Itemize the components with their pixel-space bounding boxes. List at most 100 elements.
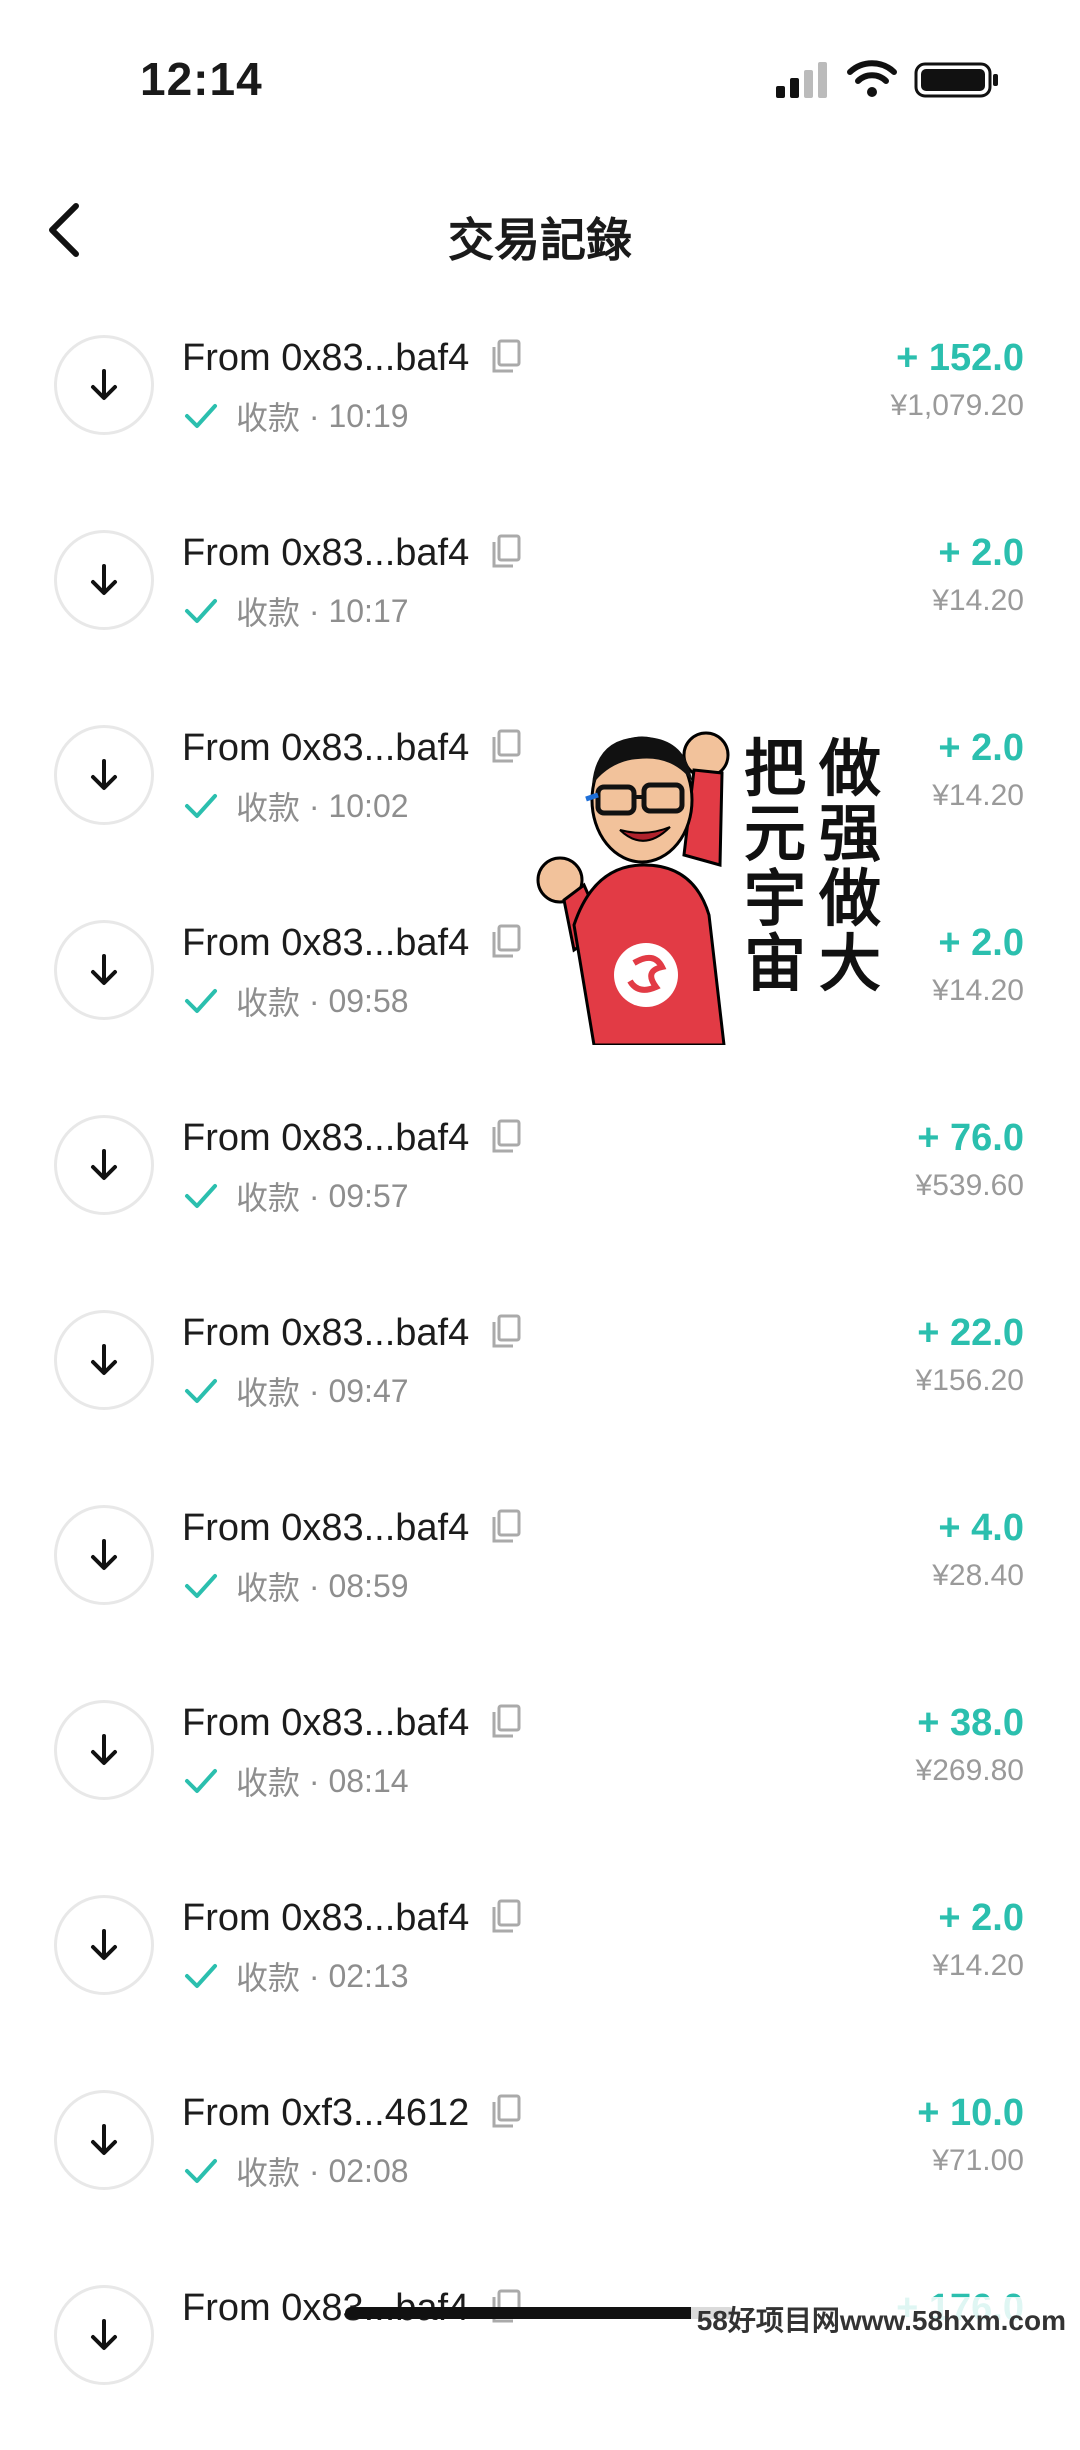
status-label: 收款 xyxy=(236,985,301,1021)
transaction-row[interactable]: From 0x83...baf4 收款 · 10:17 + 2.0 ¥14.20 xyxy=(0,500,1080,695)
sender-address: From 0xf3...4612 xyxy=(182,2092,521,2135)
watermark: 58好项目网www.58hxm.com xyxy=(690,2297,1072,2341)
transaction-amount: + 22.0 xyxy=(917,1312,1024,1354)
transaction-amount: + 38.0 xyxy=(917,1702,1024,1744)
check-icon xyxy=(185,1379,217,1403)
arrow-down-icon xyxy=(54,725,154,825)
meme-sticker: 把 元 宇 宙 做 强 做 大 xyxy=(536,731,881,1045)
check-icon xyxy=(185,2159,217,2183)
transaction-time: · 09:47 xyxy=(308,1372,409,1409)
fiat-value: ¥71.00 xyxy=(932,2144,1024,2177)
transaction-amount: + 2.0 xyxy=(938,727,1024,769)
transaction-row[interactable]: From 0x83...baf4 收款 · 08:59 + 4.0 ¥28.40 xyxy=(0,1475,1080,1670)
transaction-list: From 0x83...baf4 收款 · 10:19 + 152.0 ¥1,0… xyxy=(0,305,1080,2450)
sender-address: From 0x83...baf4 xyxy=(182,727,521,770)
copy-icon[interactable] xyxy=(491,924,521,958)
sender-address: From 0x83...baf4 xyxy=(182,532,521,575)
transaction-amount: + 10.0 xyxy=(917,2092,1024,2134)
fiat-value: ¥269.80 xyxy=(915,1754,1024,1787)
status-time: 12:14 xyxy=(140,53,263,105)
sticker-char: 把 xyxy=(744,732,806,805)
page-title: 交易記錄 xyxy=(448,214,632,266)
signal-icon xyxy=(776,62,827,98)
sticker-char: 做 xyxy=(818,862,881,935)
copy-icon[interactable] xyxy=(491,1704,521,1738)
check-icon xyxy=(185,404,217,428)
copy-icon[interactable] xyxy=(491,729,521,763)
transaction-row[interactable]: From 0x83...baf4 收款 · 09:47 + 22.0 ¥156.… xyxy=(0,1280,1080,1475)
fiat-value: ¥14.20 xyxy=(932,974,1024,1007)
sticker-char: 大 xyxy=(819,927,881,1000)
wifi-icon xyxy=(847,60,897,97)
arrow-down-icon xyxy=(54,335,154,435)
check-icon xyxy=(185,1964,217,1988)
transaction-amount: + 76.0 xyxy=(917,1117,1024,1159)
transaction-time: · 10:19 xyxy=(308,397,409,434)
copy-icon[interactable] xyxy=(491,1899,521,1933)
status-label: 收款 xyxy=(236,1180,301,1216)
transaction-status: 收款 · 09:57 xyxy=(184,1173,409,1219)
sticker-char: 做 xyxy=(818,732,881,805)
transaction-time: · 10:02 xyxy=(308,787,409,824)
battery-icon xyxy=(914,62,998,98)
arrow-down-icon xyxy=(54,1700,154,1800)
status-label: 收款 xyxy=(236,2155,301,2191)
sticker-char: 宙 xyxy=(744,927,806,1000)
sticker-char: 宇 xyxy=(744,862,806,935)
copy-icon[interactable] xyxy=(491,1119,521,1153)
transaction-row[interactable]: From 0x83...baf4 收款 · 08:14 + 38.0 ¥269.… xyxy=(0,1670,1080,1865)
transaction-amount: + 2.0 xyxy=(938,532,1024,574)
transaction-row[interactable]: From 0xf3...4612 收款 · 02:08 + 10.0 ¥71.0… xyxy=(0,2060,1080,2255)
status-label: 收款 xyxy=(236,1960,301,1996)
transaction-status: 收款 · 09:58 xyxy=(184,978,409,1024)
fiat-value: ¥156.20 xyxy=(915,1364,1024,1397)
status-label: 收款 xyxy=(236,1570,301,1606)
arrow-down-icon xyxy=(54,1505,154,1605)
status-label: 收款 xyxy=(236,595,301,631)
transaction-row[interactable]: From 0x83...baf4 收款 · 10:19 + 152.0 ¥1,0… xyxy=(0,305,1080,500)
fiat-value: ¥28.40 xyxy=(932,1559,1024,1592)
transaction-time: · 02:08 xyxy=(308,2152,409,2189)
transaction-status: 收款 · 10:19 xyxy=(184,393,409,439)
arrow-down-icon xyxy=(54,1310,154,1410)
transaction-time: · 09:58 xyxy=(308,982,409,1019)
sticker-char: 元 xyxy=(744,797,806,870)
transaction-row[interactable]: From 0x83...baf4 收款 · 02:13 + 2.0 ¥14.20 xyxy=(0,1865,1080,2060)
fiat-value: ¥14.20 xyxy=(932,779,1024,812)
transaction-status: 收款 · 08:14 xyxy=(184,1758,409,1804)
transaction-status: 收款 · 10:17 xyxy=(184,588,409,634)
status-label: 收款 xyxy=(236,790,301,826)
sticker-char: 强 xyxy=(819,797,881,870)
copy-icon[interactable] xyxy=(491,534,521,568)
transaction-row[interactable]: From 0x83...baf4 收款 · 09:57 + 76.0 ¥539.… xyxy=(0,1085,1080,1280)
transaction-amount: + 152.0 xyxy=(896,337,1024,379)
fiat-value: ¥1,079.20 xyxy=(890,389,1024,422)
sender-address: From 0x83...baf4 xyxy=(182,1312,521,1355)
sender-address: From 0x83...baf4 xyxy=(182,922,521,965)
transaction-amount: + 4.0 xyxy=(938,1507,1024,1549)
arrow-down-icon xyxy=(54,1115,154,1215)
transaction-row[interactable]: From 0x83...baf4 + 176.0 xyxy=(0,2255,1080,2450)
copy-icon[interactable] xyxy=(491,2094,521,2128)
copy-icon[interactable] xyxy=(491,1509,521,1543)
transaction-time: · 08:59 xyxy=(308,1567,409,1604)
copy-icon[interactable] xyxy=(491,1314,521,1348)
fiat-value: ¥539.60 xyxy=(915,1169,1024,1202)
transaction-amount: + 2.0 xyxy=(938,922,1024,964)
transaction-time: · 09:57 xyxy=(308,1177,409,1214)
status-bar: 12:14 xyxy=(0,0,1080,160)
sender-address: From 0x83...baf4 xyxy=(182,1897,521,1940)
fiat-value: ¥14.20 xyxy=(932,1949,1024,1982)
status-label: 收款 xyxy=(236,1375,301,1411)
arrow-down-icon xyxy=(54,2090,154,2190)
copy-icon[interactable] xyxy=(491,339,521,373)
check-icon xyxy=(185,989,217,1013)
transaction-amount: + 2.0 xyxy=(938,1897,1024,1939)
home-indicator[interactable] xyxy=(345,2307,735,2319)
sender-address: From 0x83...baf4 xyxy=(182,1507,521,1550)
check-icon xyxy=(185,599,217,623)
check-icon xyxy=(185,794,217,818)
nav-bar: 交易記錄 xyxy=(0,180,1080,280)
transaction-status: 收款 · 02:13 xyxy=(184,1953,409,1999)
sender-address: From 0x83...baf4 xyxy=(182,1117,521,1160)
